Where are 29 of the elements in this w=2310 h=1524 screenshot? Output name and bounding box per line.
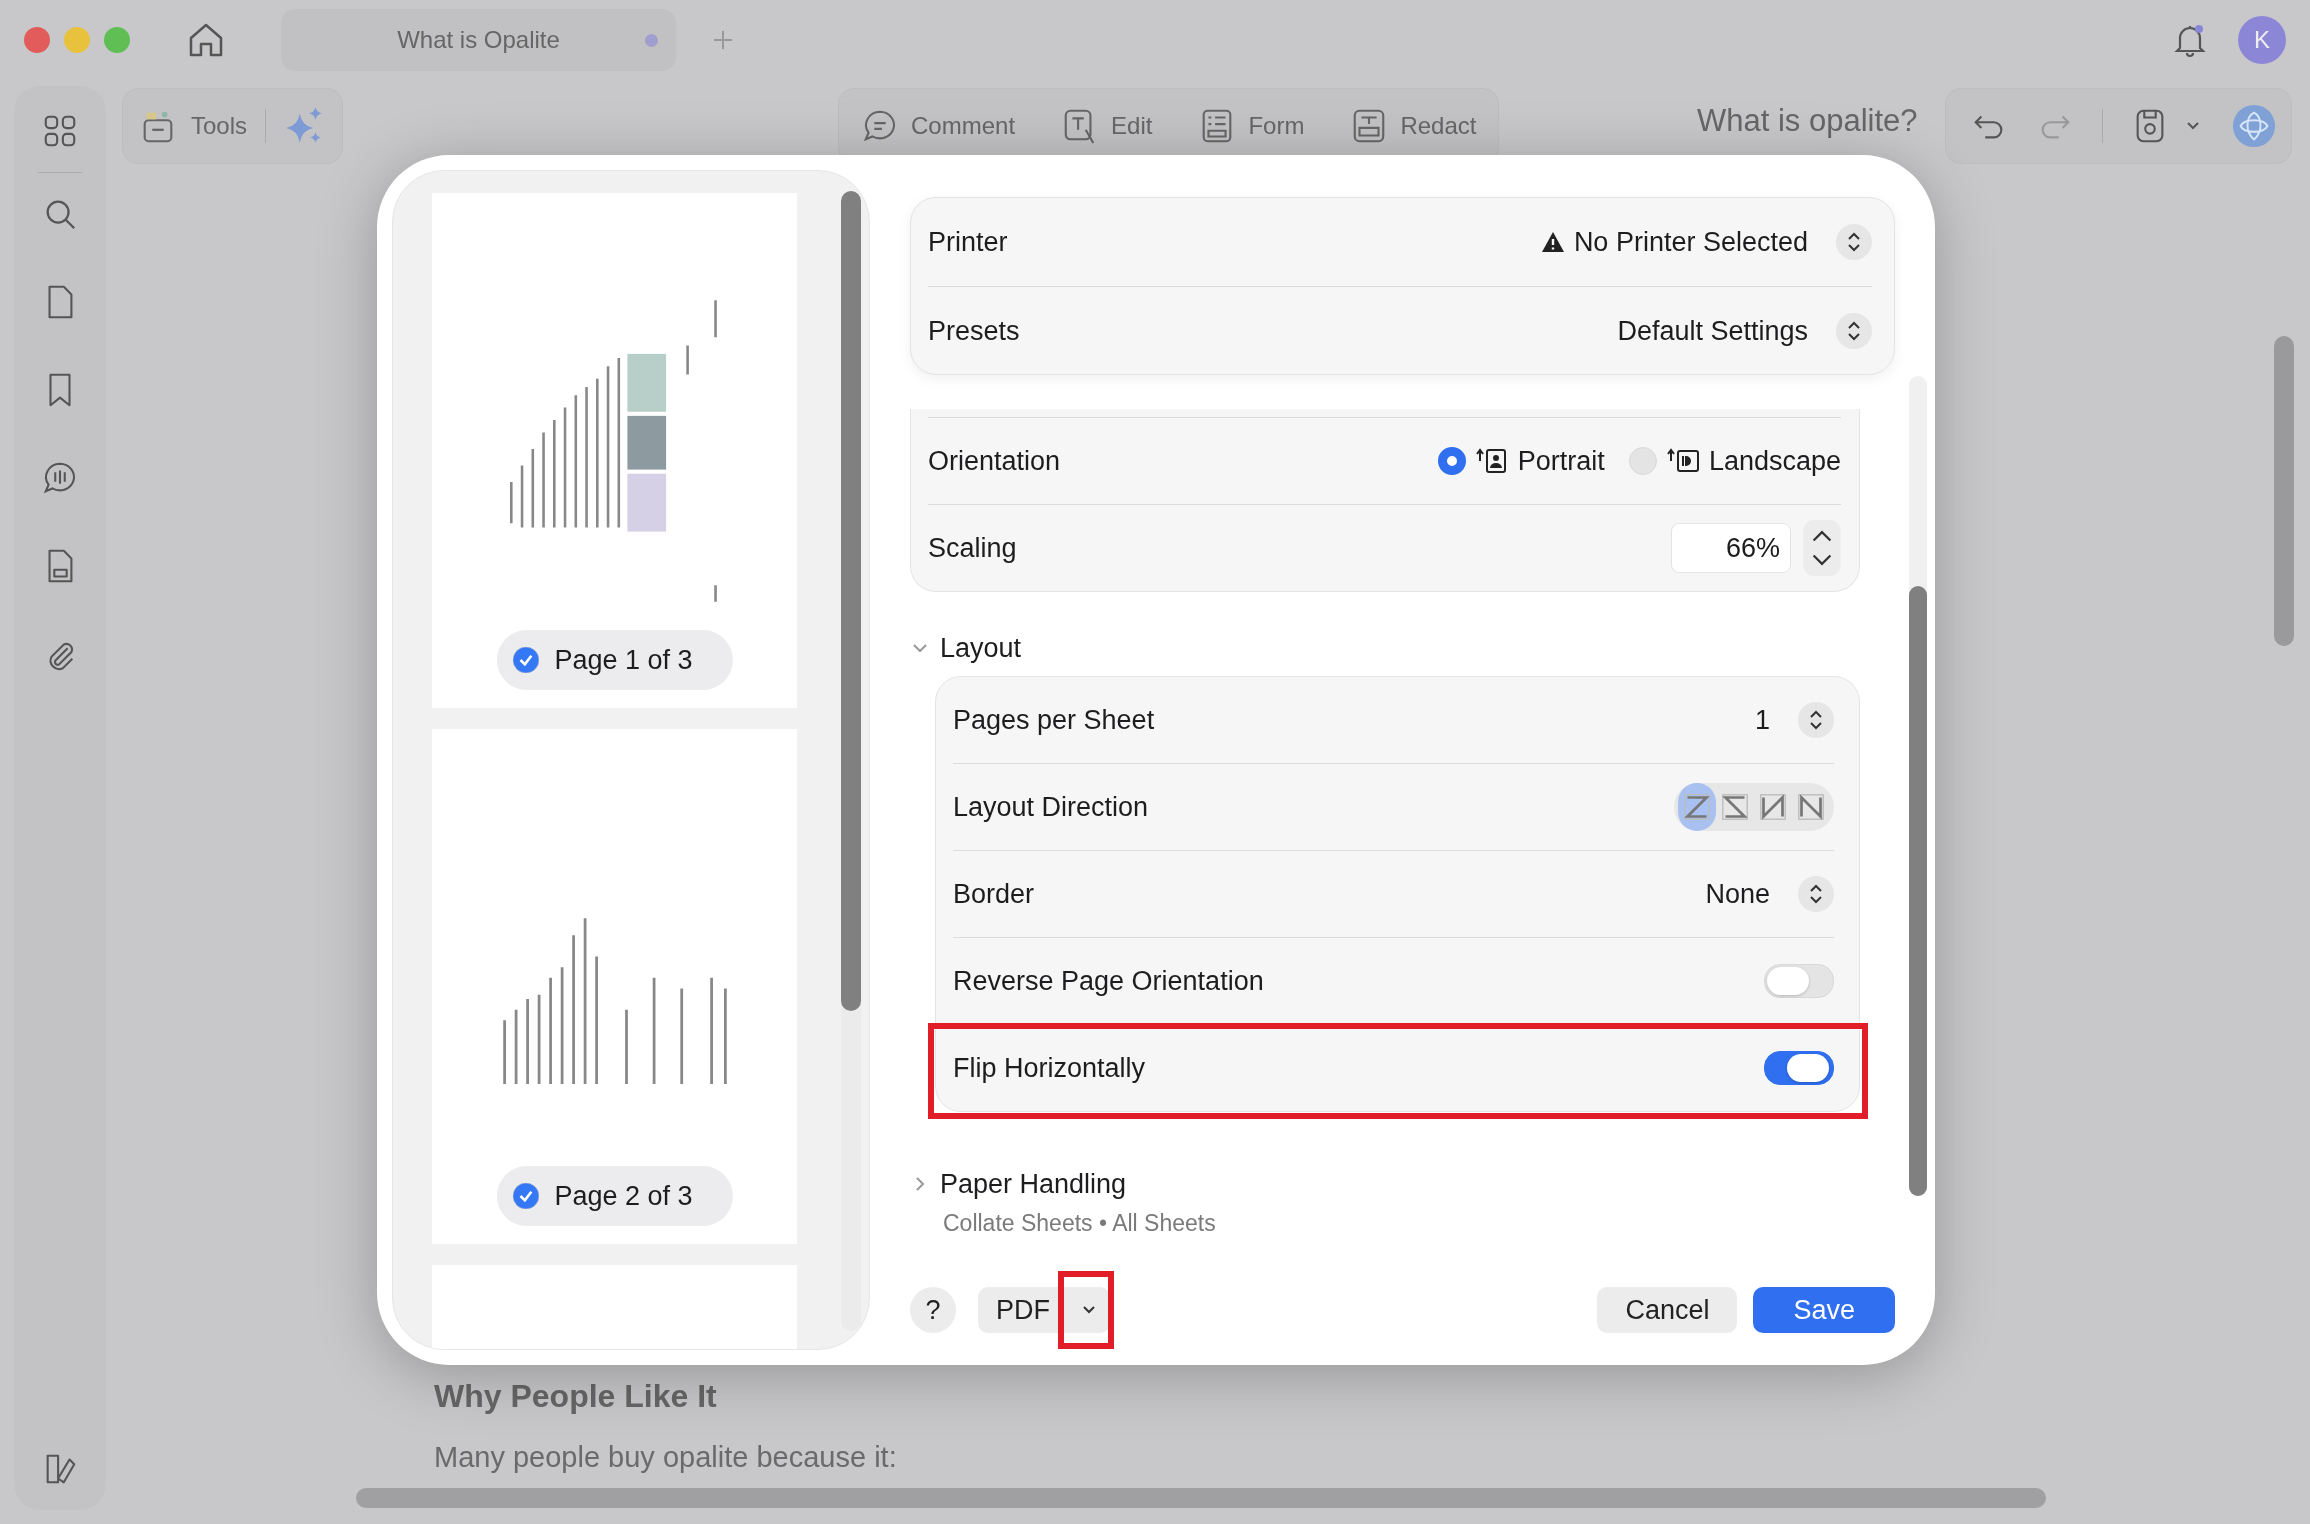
setting-value: None bbox=[1705, 878, 1770, 910]
orientation-option[interactable]: Landscape bbox=[1628, 445, 1841, 477]
cancel-button[interactable]: Cancel bbox=[1597, 1287, 1738, 1333]
scaling-field[interactable]: 66% bbox=[1671, 523, 1791, 573]
orientation-option[interactable]: Portrait bbox=[1437, 445, 1605, 477]
document-heading: Why People Like It bbox=[434, 1378, 718, 1415]
setting-label: Layout Direction bbox=[953, 791, 1149, 823]
layout-disclosure[interactable]: Layout bbox=[910, 628, 1022, 668]
save-button[interactable]: Save bbox=[1753, 1287, 1895, 1333]
presets-value: Default Settings bbox=[1617, 315, 1808, 347]
page-toggle[interactable]: Page 2 of 3 bbox=[496, 1166, 733, 1226]
page-preview[interactable]: Page 2 of 3 bbox=[432, 729, 797, 1244]
setting-label: Reverse Page Orientation bbox=[953, 965, 1264, 997]
page-preview[interactable]: Page 1 of 3 bbox=[432, 193, 797, 708]
document-title: What is opalite? bbox=[1695, 103, 1919, 139]
setting-value: 1 bbox=[1754, 704, 1770, 736]
setting-label: Presets bbox=[928, 315, 1020, 347]
setting-label: Orientation bbox=[928, 445, 1061, 477]
setting-label: Scaling bbox=[928, 532, 1017, 564]
paper-handling-summary: Collate Sheets • All Sheets bbox=[943, 1210, 1217, 1237]
setting-label: Flip Horizontally bbox=[953, 1052, 1146, 1084]
setting-label: Border bbox=[953, 878, 1035, 910]
setting-label: Pages per Sheet bbox=[953, 704, 1155, 736]
printer-value: No Printer Selected bbox=[1573, 226, 1808, 258]
help-button[interactable]: ? bbox=[910, 1287, 956, 1333]
setting-label: Printer bbox=[928, 226, 1008, 258]
document-paragraph: Many people buy opalite because it: bbox=[434, 1441, 898, 1474]
paper-handling-disclosure[interactable]: Paper Handling bbox=[910, 1164, 1127, 1204]
page-toggle[interactable]: Page 1 of 3 bbox=[496, 630, 733, 690]
